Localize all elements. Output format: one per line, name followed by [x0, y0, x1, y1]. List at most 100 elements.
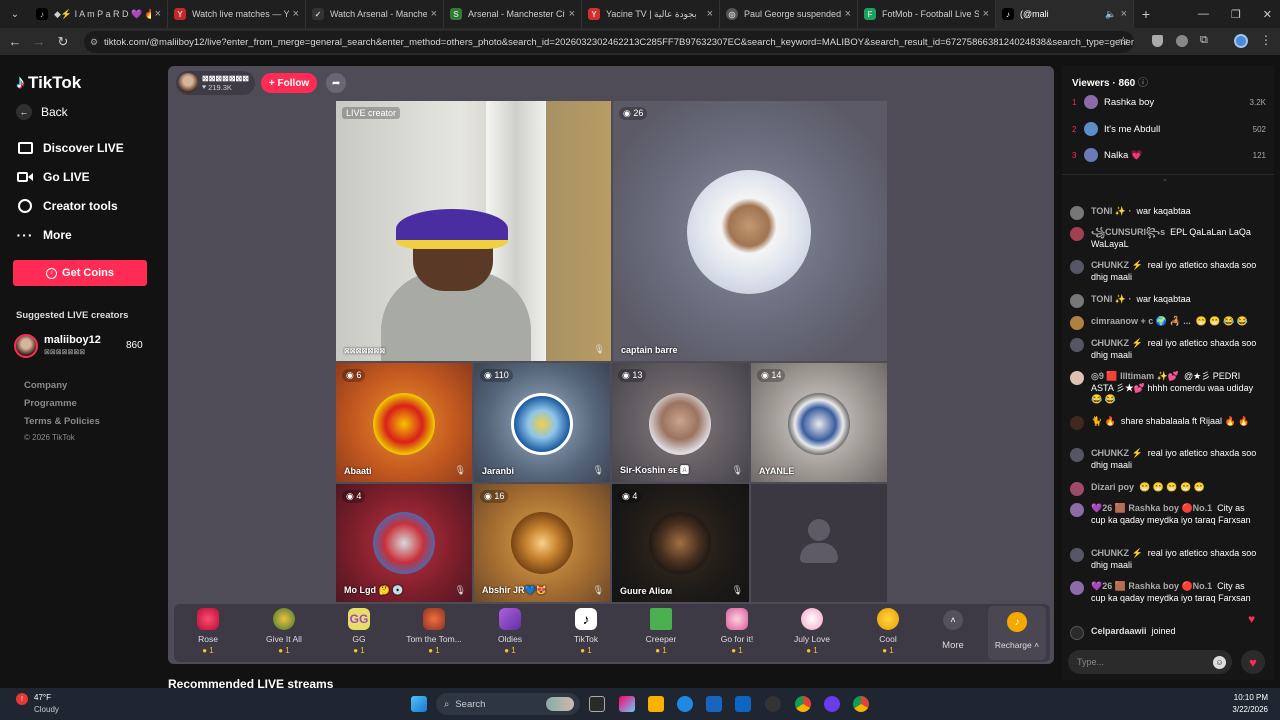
gift-gg[interactable]: GG GG ● 1: [329, 608, 389, 655]
guest-video-abshir-jr[interactable]: ◉ 16 Abshir JR💙😻 🎙: [474, 484, 610, 602]
info-icon[interactable]: ⓘ: [1138, 78, 1148, 89]
close-icon[interactable]: ×: [983, 8, 989, 20]
browser-tab[interactable]: F FotMob - Football Live Sc ×: [858, 0, 996, 28]
viewer-row[interactable]: 1 Rashka boy 3.2K: [1072, 95, 1266, 109]
follow-button[interactable]: + Follow: [260, 73, 318, 93]
close-icon[interactable]: ×: [845, 8, 851, 20]
tiktok-logo[interactable]: ♪ TikTok: [16, 72, 81, 93]
gift-oldies[interactable]: Oldies ● 1: [480, 608, 540, 655]
new-tab-button[interactable]: +: [1134, 6, 1158, 22]
browser-tab[interactable]: Y Watch live matches — Ya ×: [168, 0, 306, 28]
gift-cool[interactable]: Cool ● 1: [858, 608, 918, 655]
viewer-row[interactable]: 2 It's me Abdull 502: [1072, 122, 1266, 136]
guest-video-jaranbi[interactable]: ◉ 110 Jaranbi 🎙: [474, 363, 610, 482]
close-icon[interactable]: ×: [1121, 8, 1127, 20]
back-arrow-icon[interactable]: ←: [3, 34, 27, 49]
gift-tom[interactable]: Tom the Tom... ● 1: [404, 608, 464, 655]
gift-go-for-it[interactable]: Go for it! ● 1: [707, 608, 767, 655]
file-explorer-icon[interactable]: [648, 696, 664, 712]
minimize-icon[interactable]: —: [1198, 8, 1209, 20]
host-avatar[interactable]: [178, 73, 198, 93]
chrome-icon[interactable]: [853, 696, 869, 712]
copyright: © 2026 TikTok: [24, 433, 75, 442]
share-icon[interactable]: ➦: [326, 73, 347, 93]
gift-tiktok[interactable]: ♪ TikTok ● 1: [556, 608, 616, 655]
outlook-icon[interactable]: [735, 696, 751, 712]
url-field[interactable]: ⚙ tiktok.com/@maliiboy12/live?enter_from…: [84, 31, 1134, 53]
forward-arrow-icon[interactable]: →: [27, 34, 51, 49]
store-icon[interactable]: [706, 696, 722, 712]
app-icon[interactable]: [824, 696, 840, 712]
site-info-icon[interactable]: ⚙: [90, 37, 98, 48]
mic-off-icon[interactable]: 🎙: [732, 465, 743, 476]
taskbar-search[interactable]: ⌕ Search: [436, 693, 580, 715]
gift-creeper[interactable]: Creeper ● 1: [631, 608, 691, 655]
mic-off-icon[interactable]: 🎙: [593, 465, 604, 476]
extension-icon[interactable]: [1176, 35, 1188, 47]
get-coins-button[interactable]: ♪ Get Coins: [13, 260, 147, 286]
speaker-icon[interactable]: 🔈: [1105, 9, 1116, 20]
mic-off-icon[interactable]: 🎙: [455, 585, 466, 596]
chrome-icon[interactable]: [795, 696, 811, 712]
profile-icon[interactable]: [1234, 34, 1248, 48]
guest-video-mo-lgd[interactable]: ◉ 4 Mo Lgd 🤔 💿 🎙: [336, 484, 472, 602]
gift-rose[interactable]: Rose ● 1: [178, 608, 238, 655]
suggested-creator[interactable]: maliiboy12 ⊠⊠⊠⊠⊠⊠⊠ 860: [14, 334, 148, 360]
recharge-button[interactable]: ♪ Recharge ˄: [988, 606, 1046, 660]
viewers-title: Viewers · 860 ⓘ: [1072, 78, 1148, 89]
restore-icon[interactable]: ❐: [1231, 8, 1241, 21]
mic-off-icon[interactable]: 🎙: [732, 585, 743, 596]
close-icon[interactable]: ×: [431, 8, 437, 20]
shield-extension-icon[interactable]: [1152, 35, 1163, 47]
mic-off-icon[interactable]: 🎙: [593, 585, 604, 596]
sidebar-item-more[interactable]: ··· More: [16, 227, 72, 243]
mic-off-icon[interactable]: 🎙: [455, 465, 466, 476]
footer-programme-link[interactable]: Programme: [24, 398, 77, 409]
emoji-icon[interactable]: ☺: [1213, 655, 1226, 669]
browser-tab[interactable]: ✓ Watch Arsenal - Manches ×: [306, 0, 444, 28]
chevron-down-icon[interactable]: ⌄: [1162, 175, 1168, 183]
more-gifts-button[interactable]: ˄ More: [938, 610, 968, 651]
gift-give-it-all[interactable]: Give It All ● 1: [254, 608, 314, 655]
task-view-icon[interactable]: [589, 696, 605, 712]
guest-video-guure-ali[interactable]: ◉ 4 Guure Aliɢᴍ 🎙: [612, 484, 749, 602]
empty-guest-slot[interactable]: [751, 484, 887, 602]
browser-tab[interactable]: Y Yacine TV | بجودة عالية ×: [582, 0, 720, 28]
browser-tab[interactable]: S Arsenal - Manchester City ×: [444, 0, 582, 28]
extensions-puzzle-icon[interactable]: ⧉: [1200, 34, 1208, 47]
edge-icon[interactable]: [677, 696, 693, 712]
back-button[interactable]: ← Back: [16, 104, 68, 120]
viewer-row[interactable]: 3 Nalka 💗 121: [1072, 148, 1266, 162]
close-icon[interactable]: ×: [707, 8, 713, 20]
close-icon[interactable]: ×: [293, 8, 299, 20]
guest-video-captain-barre[interactable]: ◉ 26 captain barre: [613, 101, 887, 361]
windows-start-icon[interactable]: [411, 696, 427, 712]
clock[interactable]: 10:10 PM 3/22/2026: [1222, 693, 1268, 714]
sidebar-item-discover-live[interactable]: Discover LIVE: [16, 140, 124, 156]
mic-off-icon[interactable]: 🎙: [594, 344, 605, 355]
menu-kebab-icon[interactable]: ⋮: [1260, 33, 1272, 47]
guest-video-sir-koshin[interactable]: ◉ 13 Sir-Koshin ᵴᴇ 🅰 🎙: [612, 363, 749, 482]
close-icon[interactable]: ×: [155, 8, 161, 20]
chat-input[interactable]: Type... ☺: [1068, 650, 1232, 674]
weather-widget[interactable]: !: [10, 691, 32, 713]
guest-video-ayanle[interactable]: ◉ 14 AYANLE: [751, 363, 887, 482]
browser-tab[interactable]: ◎ Paul George suspended fo ×: [720, 0, 858, 28]
close-window-icon[interactable]: ✕: [1263, 8, 1272, 21]
close-icon[interactable]: ×: [569, 8, 575, 20]
browser-tab-active[interactable]: ♪ (@mali 🔈 ×: [996, 0, 1134, 28]
like-heart-button[interactable]: ♥: [1241, 650, 1265, 674]
sidebar-item-go-live[interactable]: Go LIVE: [16, 169, 90, 185]
bookmark-star-icon[interactable]: ☆: [1118, 34, 1129, 48]
copilot-icon[interactable]: [619, 696, 635, 712]
sidebar-item-creator-tools[interactable]: Creator tools: [16, 198, 118, 214]
gift-july-love[interactable]: July Love ● 1: [782, 608, 842, 655]
browser-tab[interactable]: ♪ ◆⚡ I A m P a R D 💜 🔥 ×: [30, 0, 168, 28]
tab-search-button[interactable]: ⌄: [0, 9, 30, 20]
guest-video-abaati[interactable]: ◉ 6 Abaati 🎙: [336, 363, 472, 482]
reload-icon[interactable]: ↻: [51, 34, 75, 50]
host-video[interactable]: LIVE creator ⊠⊠⊠⊠⊠⊠⊠ 🎙: [336, 101, 611, 361]
footer-company-link[interactable]: Company: [24, 380, 67, 391]
footer-terms-link[interactable]: Terms & Policies: [24, 416, 100, 427]
app-icon[interactable]: [765, 696, 781, 712]
